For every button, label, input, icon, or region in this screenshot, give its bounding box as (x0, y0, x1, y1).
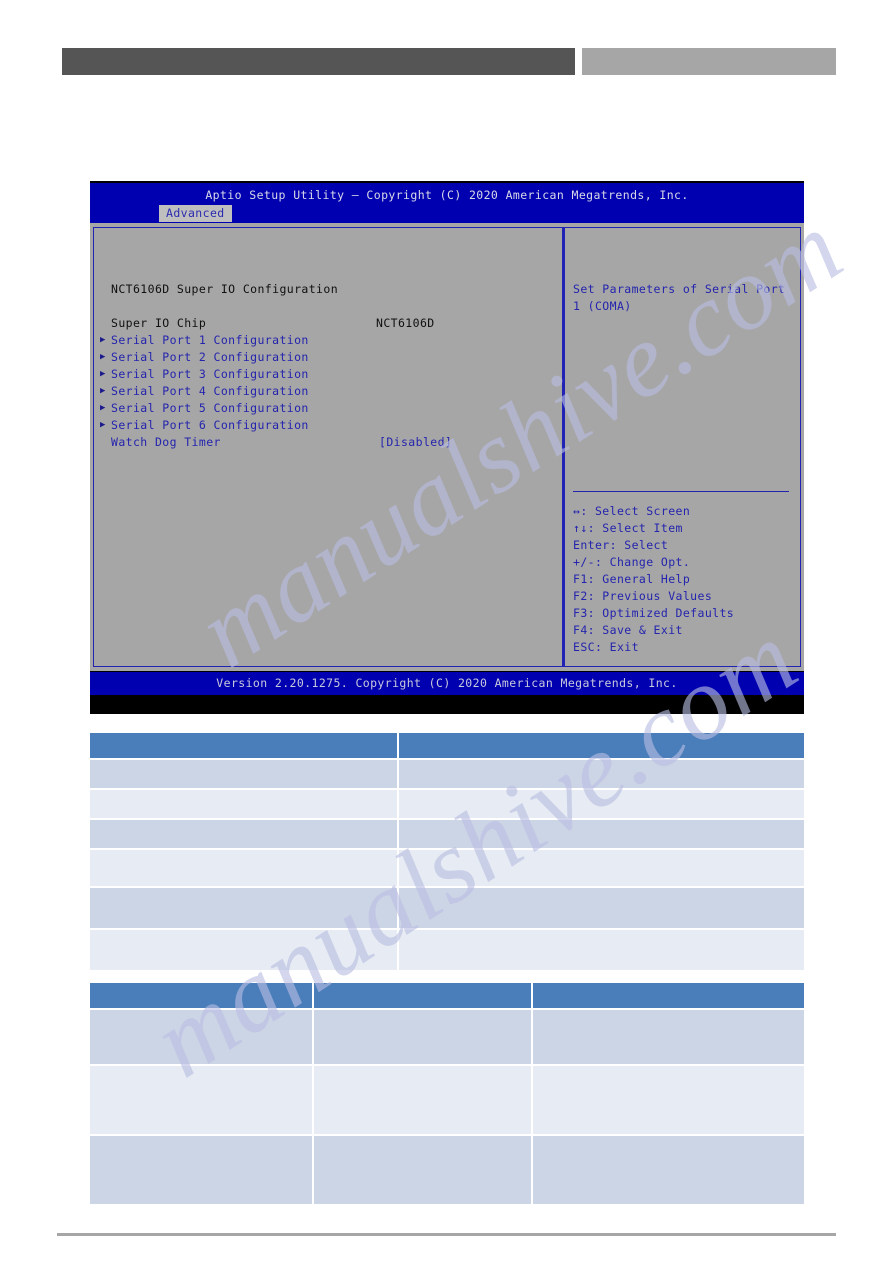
table-two-cell (314, 1010, 533, 1066)
table-two-header-col-2 (314, 983, 533, 1010)
table-one (90, 733, 804, 972)
table-two-cell (90, 1010, 314, 1066)
table-two-cell (533, 1066, 804, 1136)
table-two-cell (90, 1136, 314, 1206)
table-one-header-row (90, 733, 804, 760)
menu-item-serial-port-4-configuration[interactable]: Serial Port 4 Configuration (111, 385, 309, 398)
menu-item-serial-port-3-configuration[interactable]: Serial Port 3 Configuration (111, 368, 309, 381)
key-help-f1-general-help: F1: General Help (573, 572, 691, 586)
tab-advanced[interactable]: Advanced (159, 205, 232, 222)
help-text-line-2: 1 (COMA) (573, 299, 632, 313)
table-one-cell (90, 820, 399, 850)
table-two (90, 983, 804, 1206)
table-two-header-col-3 (533, 983, 804, 1010)
key-help-f2-previous-values: F2: Previous Values (573, 589, 713, 603)
table-one-cell (399, 820, 804, 850)
table-one-header-col-1 (90, 733, 399, 760)
table-two-cell (90, 1066, 314, 1136)
submenu-arrow-icon: ▶ (100, 420, 106, 430)
bios-setup-screenshot: Aptio Setup Utility – Copyright (C) 2020… (90, 181, 804, 714)
table-one-cell (399, 930, 804, 972)
bios-settings-panel: NCT6106D Super IO Configuration Super IO… (93, 227, 563, 667)
table-one-cell (90, 888, 399, 930)
table-one-cell (399, 888, 804, 930)
bios-version-text: Version 2.20.1275. Copyright (C) 2020 Am… (216, 676, 678, 690)
key-help-select-screen: ↔: Select Screen (573, 504, 691, 518)
table-two-header-row (90, 983, 804, 1010)
menu-item-serial-port-2-configuration[interactable]: Serial Port 2 Configuration (111, 351, 309, 364)
table-row (90, 930, 804, 972)
menu-item-serial-port-1-configuration[interactable]: Serial Port 1 Configuration (111, 334, 309, 347)
table-two-header-col-1 (90, 983, 314, 1010)
menu-item-watch-dog-timer[interactable]: Watch Dog Timer (111, 436, 221, 449)
table-two-cell (314, 1066, 533, 1136)
page-header (0, 0, 893, 100)
help-text-line-1: Set Parameters of Serial Port (573, 282, 786, 296)
table-row (90, 850, 804, 888)
header-bar-light (582, 48, 836, 75)
bios-tab-bar: Advanced (90, 205, 804, 223)
table-row (90, 1010, 804, 1066)
key-help-change-opt: +/-: Change Opt. (573, 555, 691, 569)
menu-item-watch-dog-timer-value[interactable]: [Disabled] (379, 436, 452, 449)
bios-body: NCT6106D Super IO Configuration Super IO… (90, 223, 804, 671)
table-one-header-col-2 (399, 733, 804, 760)
table-row (90, 820, 804, 850)
bios-help-panel: Set Parameters of Serial Port 1 (COMA) ↔… (563, 227, 801, 667)
header-bar-dark (62, 48, 575, 75)
table-row (90, 1136, 804, 1206)
key-help-f4-save-exit: F4: Save & Exit (573, 623, 683, 637)
submenu-arrow-icon: ▶ (100, 335, 106, 345)
help-panel-divider (573, 491, 789, 492)
bios-footer-bar: Version 2.20.1275. Copyright (C) 2020 Am… (90, 672, 804, 695)
table-row (90, 888, 804, 930)
table-row (90, 760, 804, 790)
submenu-arrow-icon: ▶ (100, 352, 106, 362)
table-row (90, 1066, 804, 1136)
page-bottom-rule (57, 1233, 836, 1236)
bios-title: Aptio Setup Utility – Copyright (C) 2020… (205, 188, 689, 202)
table-one-cell (90, 760, 399, 790)
info-row-label-super-io-chip: Super IO Chip (111, 316, 207, 330)
table-one-cell (90, 930, 399, 972)
key-help-select-item: ↑↓: Select Item (573, 521, 683, 535)
submenu-arrow-icon: ▶ (100, 386, 106, 396)
table-one-cell (90, 790, 399, 820)
table-two-cell (533, 1136, 804, 1206)
submenu-arrow-icon: ▶ (100, 403, 106, 413)
table-one-cell (399, 850, 804, 888)
table-one-cell (399, 790, 804, 820)
table-two-cell (314, 1136, 533, 1206)
table-row (90, 790, 804, 820)
key-help-esc-exit: ESC: Exit (573, 640, 639, 654)
submenu-arrow-icon: ▶ (100, 369, 106, 379)
menu-item-serial-port-5-configuration[interactable]: Serial Port 5 Configuration (111, 402, 309, 415)
table-one-cell (90, 850, 399, 888)
menu-item-serial-port-6-configuration[interactable]: Serial Port 6 Configuration (111, 419, 309, 432)
table-two-cell (533, 1010, 804, 1066)
key-help-f3-optimized-defaults: F3: Optimized Defaults (573, 606, 735, 620)
table-one-cell (399, 760, 804, 790)
section-heading: NCT6106D Super IO Configuration (111, 282, 339, 296)
info-row-value-super-io-chip: NCT6106D (376, 316, 435, 330)
key-help-enter-select: Enter: Select (573, 538, 669, 552)
